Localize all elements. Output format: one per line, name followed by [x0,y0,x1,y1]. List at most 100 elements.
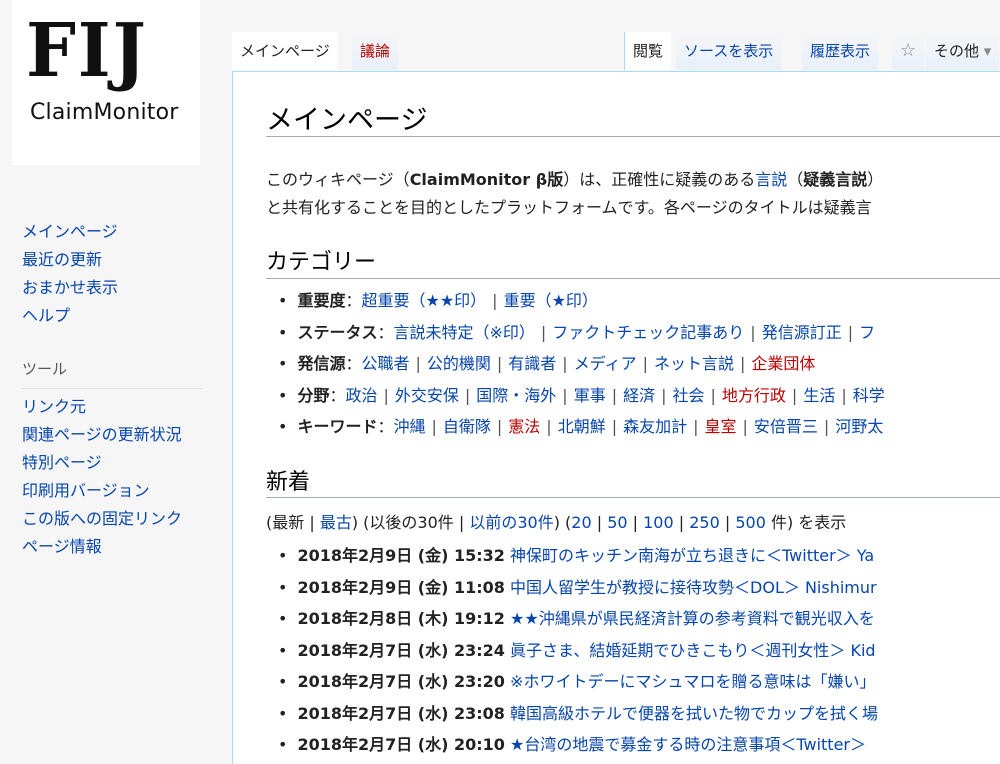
sidebar-item-recent-changes[interactable]: 最近の更新 [22,246,212,274]
pager-500-link[interactable]: 500 [735,513,766,532]
logo-claimmonitor: ClaimMonitor [30,100,179,125]
intro-text: ） [867,170,884,189]
pager-100-link[interactable]: 100 [643,513,674,532]
category-link[interactable]: 国際・海外 [476,386,556,405]
separator: | [546,417,552,436]
category-link[interactable]: 公職者 [361,354,409,373]
watch-star-icon[interactable]: ☆ [892,32,925,70]
list-item: 2018年2月7日 (水) 23:08 韓国高級ホテルで便器を拭いた物でカップを… [278,698,878,730]
entry-link[interactable]: ★★沖縄県が県民経済計算の参考資料で観光収入を [510,609,875,628]
category-link[interactable]: 有識者 [508,354,556,373]
page-title: メインページ [266,105,428,136]
sidebar-item-random[interactable]: おまかせ表示 [22,274,212,302]
category-link[interactable]: フ [859,323,875,342]
list-item: 2018年2月7日 (水) 23:20 ※ホワイトデーにマシュマロを贈る意味は「… [278,666,878,698]
separator: | [431,417,437,436]
category-link[interactable]: 憲法 [508,417,540,436]
entry-date: 2018年2月7日 (水) 23:08 [297,703,505,723]
category-link[interactable]: 河野太 [835,417,883,436]
category-label: ステータス [297,322,378,342]
intro-text: ）は、正確性に疑義のある [563,170,756,189]
site-logo[interactable]: FIJ ClaimMonitor [12,0,200,165]
title-divider [266,136,1000,137]
category-link[interactable]: 経済 [623,386,655,405]
category-link[interactable]: 皇室 [705,417,737,436]
category-link[interactable]: 生活 [803,386,835,405]
category-link[interactable]: 公的機関 [427,354,491,373]
separator: | [464,385,471,405]
sidebar-item-page-info[interactable]: ページ情報 [22,533,212,561]
entry-link[interactable]: 中国人留学生が教授に接待攻勢＜DOL＞ Nishimur [510,578,877,597]
entry-link[interactable]: 眞子さま、結婚延期でひきこもり＜週刊女性＞ Kid [510,641,876,660]
separator: | [496,417,503,436]
tab-read[interactable]: 閲覧 [624,32,672,70]
tab-main-page[interactable]: メインページ [232,32,338,70]
separator: | [611,385,618,405]
chevron-down-icon: ▾ [983,42,992,60]
category-link[interactable]: 北朝鮮 [558,417,606,436]
category-link[interactable]: 社会 [673,386,705,405]
category-link[interactable]: 重要（★印） [504,291,598,310]
entry-link[interactable]: 神保町のキッチン南海が立ち退きに＜Twitter＞ Ya [510,546,874,565]
category-link[interactable]: 森友加計 [623,417,687,436]
entry-date: 2018年2月8日 (木) 19:12 [297,609,505,628]
sidebar-item-what-links-here[interactable]: リンク元 [22,393,212,421]
category-colon: ： [345,291,362,310]
category-link[interactable]: 外交安保 [395,386,459,405]
pager-20-link[interactable]: 20 [571,513,591,532]
tab-more-label: その他 [934,42,980,60]
category-link[interactable]: 超重要（★★印） [361,291,486,310]
list-item: 2018年2月7日 (水) 23:24 眞子さま、結婚延期でひきこもり＜週刊女性… [278,635,878,667]
tools-heading: ツール [22,354,202,389]
category-link[interactable]: 地方行政 [722,386,786,405]
list-item: 2018年2月9日 (金) 15:32 神保町のキッチン南海が立ち退きに＜Twi… [278,540,878,572]
category-link[interactable]: ファクトチェック記事あり [552,323,744,342]
separator: | [841,385,847,405]
pager-text: ) (以後の30件 | [351,513,470,532]
sidebar-item-related-changes[interactable]: 関連ページの更新状況 [22,421,212,449]
category-link[interactable]: 政治 [345,386,377,405]
sidebar-item-printable[interactable]: 印刷用バージョン [22,477,212,505]
list-item: 2018年2月7日 (水) 20:10 ★台湾の地震で募金する時の注意事項＜Tw… [278,729,878,761]
category-link[interactable]: 軍事 [574,386,606,405]
intro-text: このウィキページ（ [266,170,410,189]
new-heading: 新着 [266,470,311,495]
list-item: 2018年2月9日 (金) 11:08 中国人留学生が教授に接待攻勢＜DOL＞ … [278,572,878,604]
list-item: 重要度：超重要（★★印） | 重要（★印） [278,285,885,317]
separator: | [492,291,498,310]
pager-50-link[interactable]: 50 [607,513,627,532]
category-link[interactable]: 科学 [853,386,885,405]
entry-link[interactable]: ★台湾の地震で募金する時の注意事項＜Twitter＞ [510,735,866,754]
sidebar-item-permanent-link[interactable]: この版への固定リンク [22,505,212,533]
sidebar-item-special-pages[interactable]: 特別ページ [22,449,212,477]
sidebar-item-help[interactable]: ヘルプ [22,302,212,330]
category-link[interactable]: 企業団体 [751,354,815,373]
pager-250-link[interactable]: 250 [689,513,720,532]
pager-text: (最新 | [266,513,320,532]
category-link[interactable]: ネット言説 [654,354,734,373]
tab-more[interactable]: その他 ▾ [926,32,1000,70]
intro-link-claim[interactable]: 言説 [755,170,787,189]
tab-view-source[interactable]: ソースを表示 [676,32,782,70]
entry-link[interactable]: ※ホワイトデーにマシュマロを贈る意味は「嫌い」 [510,672,875,691]
category-link[interactable]: 自衛隊 [443,417,491,436]
category-colon: ： [345,354,362,373]
separator: | [415,354,421,373]
pager-prev-link[interactable]: 以前の30件 [469,513,553,532]
category-label: 分野 [297,385,330,405]
category-label: 重要度 [297,291,346,310]
category-link[interactable]: 言説未特定（※印） [393,323,534,342]
category-link[interactable]: 発信源訂正 [762,323,842,342]
separator: | [642,354,648,373]
tab-history[interactable]: 履歴表示 [802,32,879,70]
pager-oldest-link[interactable]: 最古 [320,513,352,532]
category-link[interactable]: 沖縄 [393,417,425,436]
tab-talk[interactable]: 議論 [352,32,399,70]
entry-link[interactable]: 韓国高級ホテルで便器を拭いた物でカップを拭く場 [510,704,878,723]
category-link[interactable]: メディア [574,354,637,373]
separator: | [742,417,748,436]
intro-text: （ [787,170,804,189]
category-link[interactable]: 安倍晋三 [754,417,818,436]
sidebar-item-main-page[interactable]: メインページ [22,218,212,246]
new-list: 2018年2月9日 (金) 15:32 神保町のキッチン南海が立ち退きに＜Twi… [278,540,878,761]
